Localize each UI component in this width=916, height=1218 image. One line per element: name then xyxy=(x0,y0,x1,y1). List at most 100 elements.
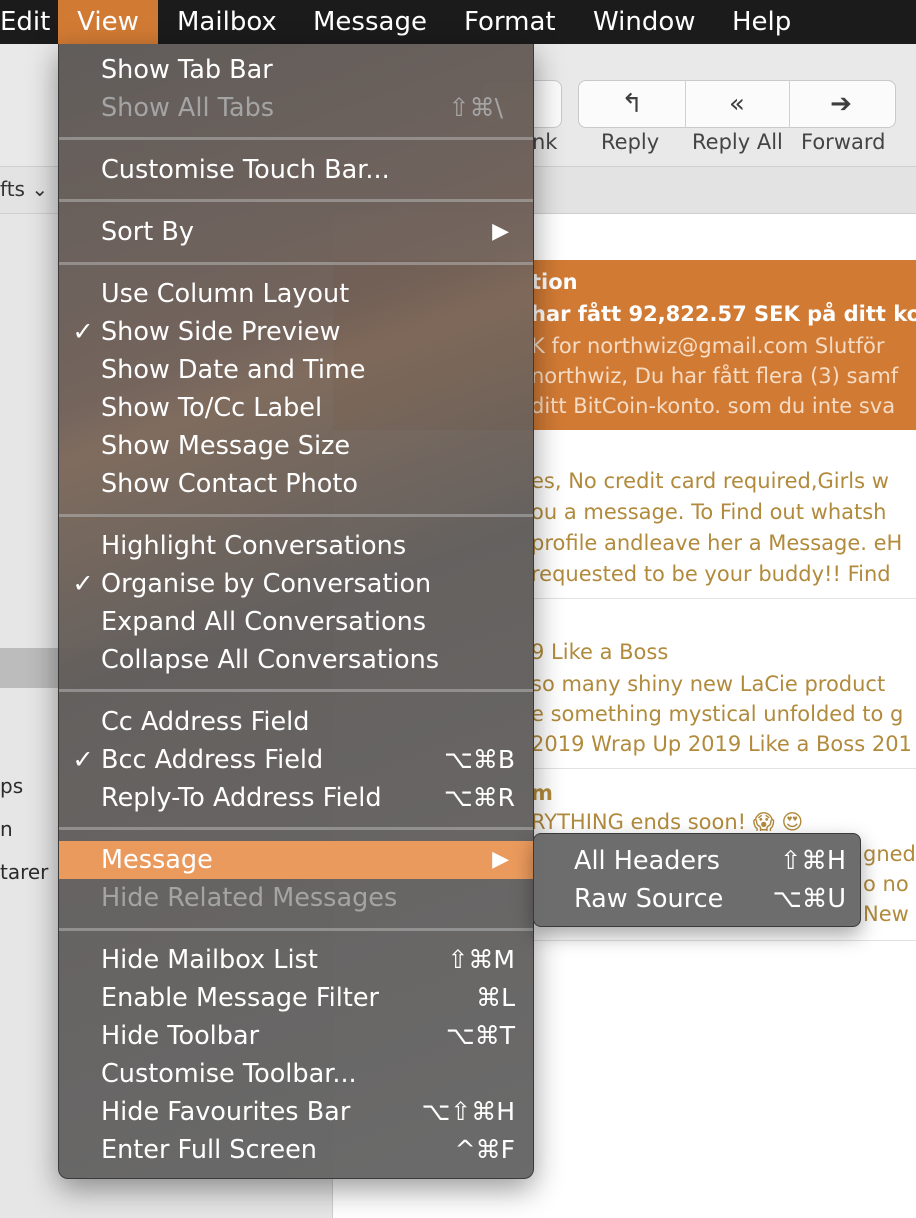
menu-item-shortcut: ⇧⌘M xyxy=(447,945,515,974)
menu-item-shortcut: ⌥⌘T xyxy=(445,1021,515,1050)
sidebar-item[interactable]: ps xyxy=(0,774,23,798)
menu-item-label: Use Column Layout xyxy=(101,279,350,309)
menu-separator xyxy=(59,514,533,517)
menu-item-hide-related-messages[interactable]: Hide Related Messages xyxy=(59,879,533,917)
menu-item-label: Sort By xyxy=(101,217,194,247)
message-preview: e something mystical unfolded to g xyxy=(531,702,904,726)
message-subject: har fått 92,822.57 SEK på ditt konto xyxy=(531,302,916,326)
message-preview: requested to be your buddy!! Find xyxy=(531,562,891,586)
message-preview: profile andleave her a Message. eH xyxy=(531,531,903,555)
menu-item-collapse-all-conversations[interactable]: Collapse All Conversations xyxy=(59,641,533,679)
menu-item-label: Bcc Address Field xyxy=(101,745,324,775)
menu-item-cc-address-field[interactable]: Cc Address Field xyxy=(59,703,533,741)
menu-item-show-to-cc-label[interactable]: Show To/Cc Label xyxy=(59,389,533,427)
reply-label: Reply xyxy=(601,130,660,154)
menu-item-shortcut: ⇧⌘H xyxy=(779,846,846,876)
drafts-label: fts xyxy=(0,177,25,201)
sidebar-item[interactable]: tarer xyxy=(0,860,48,884)
menu-item-show-all-tabs[interactable]: Show All Tabs ⇧⌘\ xyxy=(59,89,533,127)
message-subject: RYTHING ends soon! 😱 😍 xyxy=(531,810,804,834)
message-preview: gned xyxy=(863,842,916,866)
message-preview: es, No credit card required,Girls w xyxy=(531,469,889,493)
menu-item-enter-full-screen[interactable]: Enter Full Screen ^⌘F xyxy=(59,1131,533,1169)
menu-item-reply-to-address-field[interactable]: Reply-To Address Field ⌥⌘R xyxy=(59,779,533,817)
menu-mailbox[interactable]: Mailbox xyxy=(177,0,277,44)
menu-item-enable-message-filter[interactable]: Enable Message Filter ⌘L xyxy=(59,979,533,1017)
message-sender: m xyxy=(531,781,553,805)
menu-item-show-message-size[interactable]: Show Message Size xyxy=(59,427,533,465)
menu-item-label: Hide Toolbar xyxy=(101,1021,260,1051)
menu-separator xyxy=(59,928,533,931)
menu-item-label: Raw Source xyxy=(574,884,724,914)
message-preview: K for northwiz@gmail.com Slutför xyxy=(531,334,885,358)
menu-item-shortcut: ⌥⌘U xyxy=(772,884,846,914)
menu-item-organise-by-conversation[interactable]: ✓ Organise by Conversation xyxy=(59,565,533,603)
menu-item-label: Show Contact Photo xyxy=(101,469,358,499)
chevron-down-icon: ⌄ xyxy=(31,177,49,201)
submenu-arrow-icon: ▶ xyxy=(492,847,509,872)
checkmark-icon: ✓ xyxy=(72,317,94,347)
submenu-arrow-icon: ▶ xyxy=(492,219,509,244)
submenu-item-raw-source[interactable]: Raw Source ⌥⌘U xyxy=(534,880,860,918)
drafts-dropdown[interactable]: fts ⌄ xyxy=(0,177,48,201)
menu-item-customise-toolbar[interactable]: Customise Toolbar... xyxy=(59,1055,533,1093)
menu-separator xyxy=(59,199,533,202)
menu-item-show-contact-photo[interactable]: Show Contact Photo xyxy=(59,465,533,503)
menu-item-label: Show Side Preview xyxy=(101,317,341,347)
message-preview: so many shiny new LaCie product xyxy=(531,672,886,696)
menu-item-label: Show To/Cc Label xyxy=(101,393,323,423)
menu-item-show-side-preview[interactable]: ✓ Show Side Preview xyxy=(59,313,533,351)
menu-item-label: Show All Tabs xyxy=(101,93,275,123)
menu-edit[interactable]: Edit xyxy=(0,0,50,44)
menu-separator xyxy=(59,137,533,140)
menu-view[interactable]: View xyxy=(58,0,158,44)
menu-item-label: Show Date and Time xyxy=(101,355,366,385)
forward-button[interactable]: ➔ xyxy=(789,80,893,128)
menu-item-label: All Headers xyxy=(574,846,720,876)
menu-item-hide-favourites-bar[interactable]: Hide Favourites Bar ⌥⇧⌘H xyxy=(59,1093,533,1131)
menu-separator xyxy=(59,689,533,692)
checkmark-icon: ✓ xyxy=(72,569,94,599)
menu-item-label: Organise by Conversation xyxy=(101,569,432,599)
menu-item-show-tab-bar[interactable]: Show Tab Bar xyxy=(59,51,533,89)
message-preview: ou a message. To Find out whatsh xyxy=(531,500,887,524)
menu-item-message[interactable]: Message ▶ xyxy=(59,841,533,879)
forward-label: Forward xyxy=(801,130,886,154)
menu-item-label: Reply-To Address Field xyxy=(101,783,382,813)
menu-format[interactable]: Format xyxy=(464,0,556,44)
menu-item-label: Show Message Size xyxy=(101,431,351,461)
message-preview: o no xyxy=(863,872,909,896)
reply-all-button[interactable]: « xyxy=(685,80,789,128)
menu-item-shortcut: ⌥⌘B xyxy=(444,745,515,774)
menu-item-highlight-conversations[interactable]: Highlight Conversations xyxy=(59,527,533,565)
message-sender: tion xyxy=(531,270,578,294)
menu-item-label: Hide Related Messages xyxy=(101,883,398,913)
menu-item-expand-all-conversations[interactable]: Expand All Conversations xyxy=(59,603,533,641)
menu-message[interactable]: Message xyxy=(313,0,427,44)
menu-item-bcc-address-field[interactable]: ✓ Bcc Address Field ⌥⌘B xyxy=(59,741,533,779)
menu-item-hide-toolbar[interactable]: Hide Toolbar ⌥⌘T xyxy=(59,1017,533,1055)
menu-item-customise-touch-bar[interactable]: Customise Touch Bar... xyxy=(59,151,533,189)
menu-window[interactable]: Window xyxy=(593,0,696,44)
menu-item-sort-by[interactable]: Sort By ▶ xyxy=(59,213,533,251)
reply-button[interactable]: ↰ xyxy=(580,80,684,128)
menu-item-shortcut: ⌘L xyxy=(476,983,515,1012)
message-preview: ditt BitCoin-konto. som du inte sva xyxy=(531,394,896,418)
menu-item-label: Enter Full Screen xyxy=(101,1135,317,1165)
menu-item-label: Cc Address Field xyxy=(101,707,310,737)
message-preview: 2019 Wrap Up 2019 Like a Boss 201 xyxy=(531,732,912,756)
submenu-item-all-headers[interactable]: All Headers ⇧⌘H xyxy=(534,842,860,880)
junk-label-partial: nk xyxy=(532,130,558,154)
reply-all-label: Reply All xyxy=(692,130,783,154)
menu-item-label: Message xyxy=(101,845,213,875)
menu-item-show-date-and-time[interactable]: Show Date and Time xyxy=(59,351,533,389)
reply-icon: ↰ xyxy=(621,89,643,119)
menu-item-label: Collapse All Conversations xyxy=(101,645,440,675)
menu-help[interactable]: Help xyxy=(732,0,791,44)
menu-item-hide-mailbox-list[interactable]: Hide Mailbox List ⇧⌘M xyxy=(59,941,533,979)
menu-item-use-column-layout[interactable]: Use Column Layout xyxy=(59,275,533,313)
sidebar-item[interactable]: n xyxy=(0,817,13,841)
menu-item-label: Show Tab Bar xyxy=(101,55,273,85)
menu-separator xyxy=(59,827,533,830)
menu-item-label: Customise Touch Bar... xyxy=(101,155,390,185)
